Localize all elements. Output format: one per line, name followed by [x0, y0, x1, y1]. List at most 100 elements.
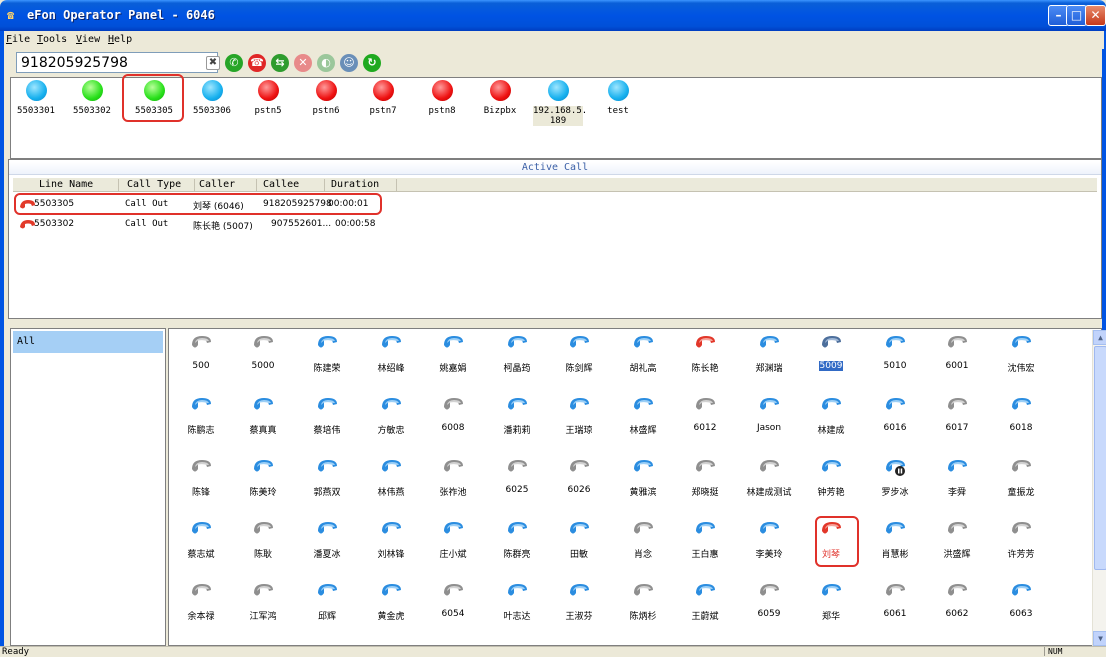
extension-item[interactable]: 500: [171, 333, 231, 393]
extension-item[interactable]: 钟芳艳: [801, 457, 861, 517]
line-pstn6[interactable]: pstn6: [301, 80, 351, 128]
line-192-168-5-189[interactable]: 192.168.5. 189: [533, 80, 587, 128]
extension-item[interactable]: 郑华: [801, 581, 861, 641]
scroll-thumb[interactable]: [1094, 346, 1106, 570]
maximize-button[interactable]: □: [1066, 5, 1087, 26]
extension-item[interactable]: 蔡培伟: [297, 395, 357, 455]
extension-item[interactable]: 6012: [675, 395, 735, 455]
extension-item[interactable]: 潘莉莉: [487, 395, 547, 455]
extension-item[interactable]: 陈长艳: [675, 333, 735, 393]
col-caller[interactable]: Caller: [195, 179, 257, 191]
col-duration[interactable]: Duration: [325, 179, 397, 191]
line-pstn7[interactable]: pstn7: [358, 80, 408, 128]
extension-item[interactable]: 黄雅滨: [613, 457, 673, 517]
line-pstn5[interactable]: pstn5: [243, 80, 293, 128]
dial-number-input[interactable]: [16, 52, 218, 73]
extension-item[interactable]: 6017: [927, 395, 987, 455]
extension-item[interactable]: 林绍峰: [361, 333, 421, 393]
extension-item[interactable]: 郑渊瑞: [739, 333, 799, 393]
extension-item[interactable]: 姚嘉娟: [423, 333, 483, 393]
cancel-icon[interactable]: ✕: [294, 54, 312, 72]
hold-icon[interactable]: ◐: [317, 54, 335, 72]
hangup-icon[interactable]: ☎: [248, 54, 266, 72]
extension-item[interactable]: 王白惠: [675, 519, 735, 579]
line-bizpbx[interactable]: Bizpbx: [475, 80, 525, 128]
extension-item[interactable]: 5000: [233, 333, 293, 393]
extension-item[interactable]: 陈耿: [233, 519, 293, 579]
group-item-all[interactable]: All: [13, 331, 163, 353]
extension-item[interactable]: 林建成测试: [739, 457, 799, 517]
extension-item[interactable]: 郭燕双: [297, 457, 357, 517]
extension-item[interactable]: 柯晶筠: [487, 333, 547, 393]
menu-view[interactable]: View: [76, 34, 100, 45]
extension-item[interactable]: 胡礼高: [613, 333, 673, 393]
extension-item[interactable]: 6008: [423, 395, 483, 455]
contacts-icon[interactable]: ☺: [340, 54, 358, 72]
refresh-icon[interactable]: ↻: [363, 54, 381, 72]
extension-item[interactable]: 李美玲: [739, 519, 799, 579]
extension-item[interactable]: 张祚池: [423, 457, 483, 517]
extension-item[interactable]: 6025: [487, 457, 547, 517]
menu-tools[interactable]: Tools: [37, 34, 67, 45]
extension-item[interactable]: 陈剑辉: [549, 333, 609, 393]
line-5503302[interactable]: 5503302: [67, 80, 117, 128]
clear-icon[interactable]: ✖: [206, 56, 220, 70]
extension-item[interactable]: 王淑芬: [549, 581, 609, 641]
extension-item[interactable]: 6061: [865, 581, 925, 641]
col-call-type[interactable]: Call Type: [119, 179, 195, 191]
extension-item[interactable]: 陈锋: [171, 457, 231, 517]
extension-item[interactable]: 余本禄: [171, 581, 231, 641]
splitter[interactable]: [8, 321, 1102, 327]
vertical-scrollbar[interactable]: ▲ ▼: [1092, 330, 1106, 646]
extension-item[interactable]: 陈建荣: [297, 333, 357, 393]
extension-item[interactable]: 王瑞琼: [549, 395, 609, 455]
line-pstn8[interactable]: pstn8: [417, 80, 467, 128]
extension-item[interactable]: 6063: [991, 581, 1051, 641]
extension-item[interactable]: 肖念: [613, 519, 673, 579]
extension-item[interactable]: 5009: [801, 333, 861, 393]
extension-item[interactable]: 肖慧彬: [865, 519, 925, 579]
extension-item[interactable]: 6054: [423, 581, 483, 641]
extension-item[interactable]: 6016: [865, 395, 925, 455]
extension-item[interactable]: 陈美玲: [233, 457, 293, 517]
extension-item[interactable]: 许芳芳: [991, 519, 1051, 579]
extension-item[interactable]: 林盛辉: [613, 395, 673, 455]
call-icon[interactable]: ✆: [225, 54, 243, 72]
extension-item[interactable]: 邱辉: [297, 581, 357, 641]
extension-item[interactable]: 刘林锋: [361, 519, 421, 579]
extension-item[interactable]: 沈伟宏: [991, 333, 1051, 393]
extension-item[interactable]: 林建成: [801, 395, 861, 455]
transfer-icon[interactable]: ⇆: [271, 54, 289, 72]
extension-item[interactable]: 王蔚斌: [675, 581, 735, 641]
line-5503301[interactable]: 5503301: [11, 80, 61, 128]
extension-item[interactable]: 李舜: [927, 457, 987, 517]
scroll-up-arrow-icon[interactable]: ▲: [1093, 330, 1106, 345]
menu-file[interactable]: File: [6, 34, 30, 45]
extension-item[interactable]: 6062: [927, 581, 987, 641]
extension-item[interactable]: 庄小斌: [423, 519, 483, 579]
extension-item[interactable]: 郑晓挺: [675, 457, 735, 517]
extension-item[interactable]: 陈炳杉: [613, 581, 673, 641]
menu-help[interactable]: Help: [108, 34, 132, 45]
extension-item[interactable]: 6001: [927, 333, 987, 393]
extension-item[interactable]: 黄金虎: [361, 581, 421, 641]
extension-item[interactable]: 罗步冰: [865, 457, 925, 517]
extension-item[interactable]: 叶志达: [487, 581, 547, 641]
col-line-name[interactable]: Line Name: [13, 179, 119, 191]
scroll-down-arrow-icon[interactable]: ▼: [1093, 631, 1106, 646]
extension-item[interactable]: 陈鹏志: [171, 395, 231, 455]
extension-item[interactable]: 5010: [865, 333, 925, 393]
table-row[interactable]: 5503302 Call Out 陈长艳 (5007) 907552601...…: [13, 216, 513, 234]
extension-item[interactable]: 蔡志斌: [171, 519, 231, 579]
extension-item[interactable]: 6026: [549, 457, 609, 517]
line-test[interactable]: test: [593, 80, 643, 128]
extension-item[interactable]: 6018: [991, 395, 1051, 455]
extension-item[interactable]: 陈群亮: [487, 519, 547, 579]
extension-item[interactable]: 蔡真真: [233, 395, 293, 455]
col-callee[interactable]: Callee: [257, 179, 325, 191]
close-button[interactable]: ✕: [1085, 5, 1106, 26]
extension-item[interactable]: 洪盛辉: [927, 519, 987, 579]
extension-item[interactable]: 6059: [739, 581, 799, 641]
extension-item[interactable]: Jason: [739, 395, 799, 455]
extension-item[interactable]: 田敏: [549, 519, 609, 579]
